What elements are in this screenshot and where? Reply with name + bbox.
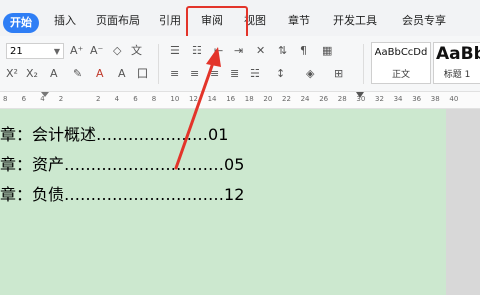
- annotation-arrow: [174, 47, 221, 170]
